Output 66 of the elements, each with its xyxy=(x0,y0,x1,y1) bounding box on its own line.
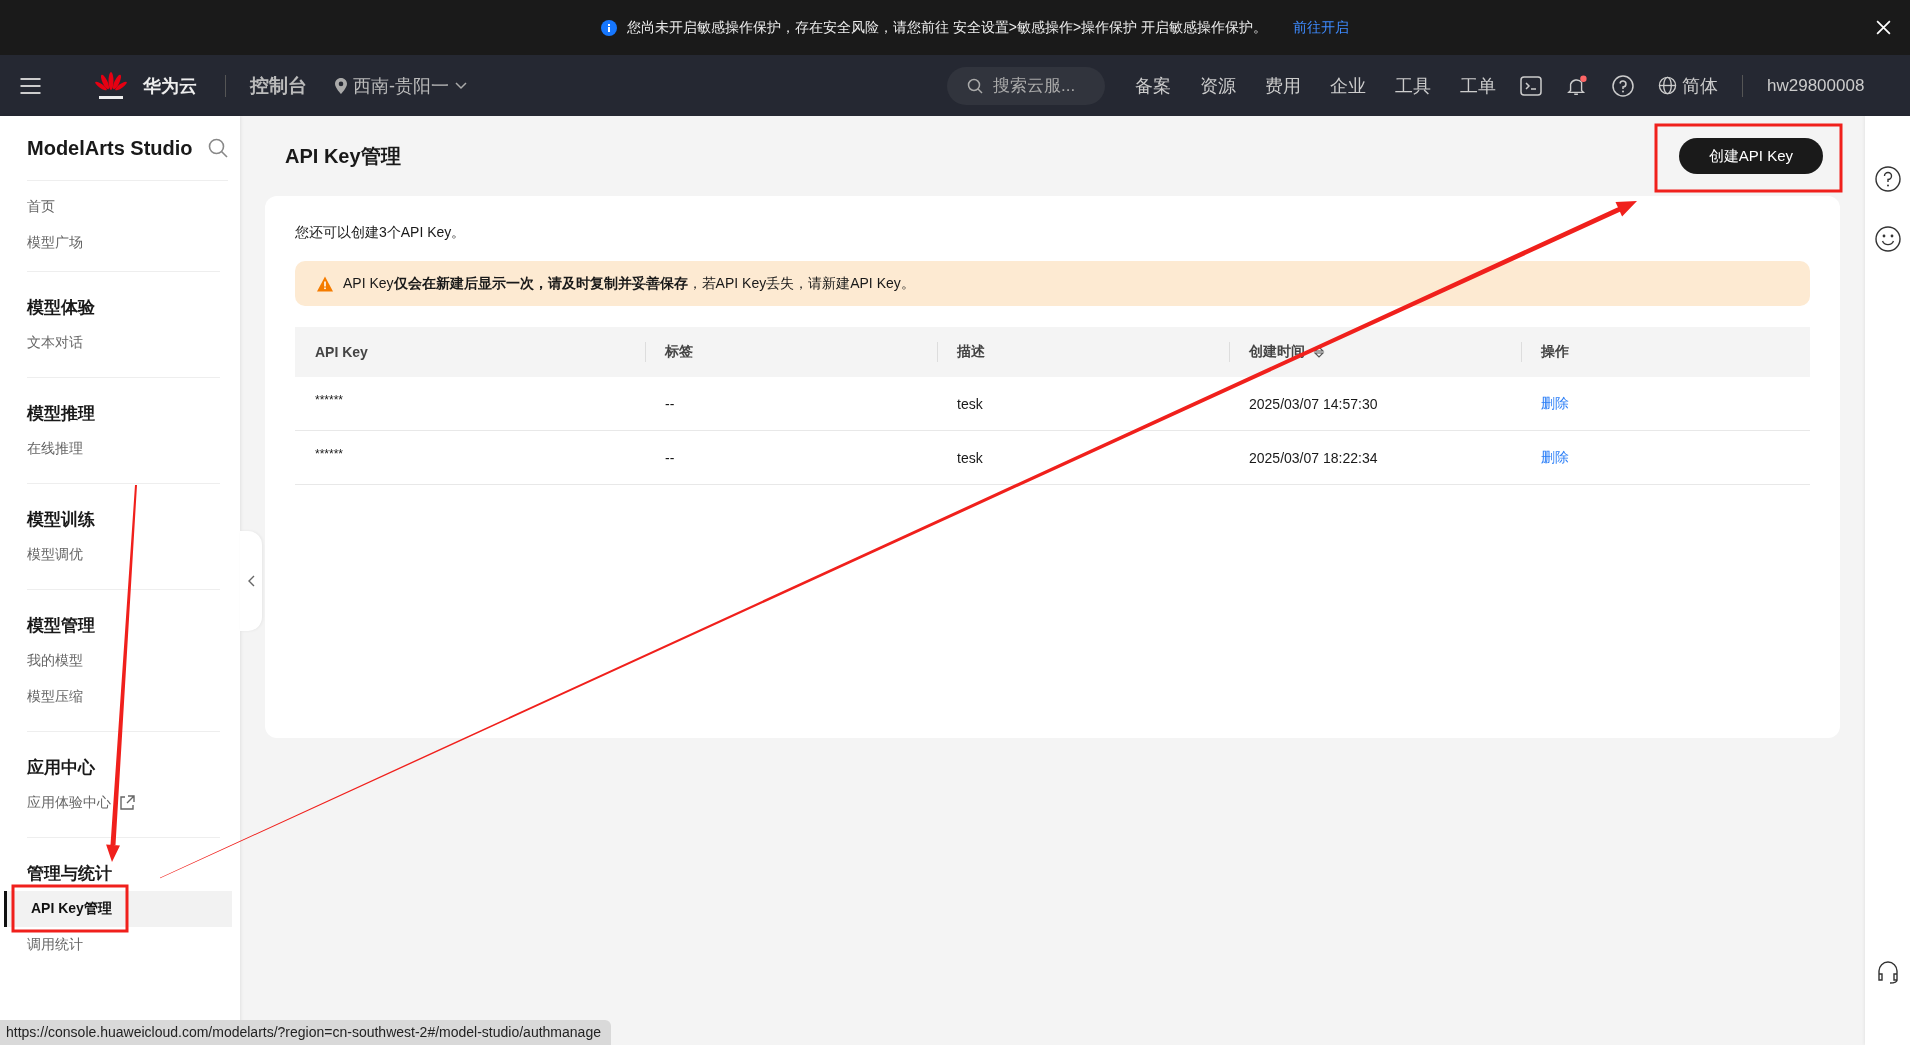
region-selector[interactable]: 西南-贵阳一 xyxy=(335,73,467,98)
table-cell: ****** xyxy=(315,393,344,407)
table-cell: tesk xyxy=(957,449,983,466)
sidebar-item[interactable]: 模型广场 xyxy=(0,225,232,261)
table-cell: -- xyxy=(665,395,675,412)
section-heading: 模型训练 xyxy=(27,509,96,531)
sidebar-item[interactable]: 模型压缩 xyxy=(0,679,232,715)
sidebar-item[interactable]: 我的模型 xyxy=(0,643,232,679)
sidebar-item[interactable]: 首页 xyxy=(0,189,232,225)
quota-text: 您还可以创建3个API Key。 xyxy=(295,224,467,242)
logo-icon[interactable] xyxy=(93,70,129,101)
brand-name[interactable]: 华为云 xyxy=(143,73,197,98)
help-icon[interactable] xyxy=(1874,166,1901,192)
status-url: https://console.huaweicloud.com/modelarts/?region=cn-southwest-2#/model-studio/authmanage xyxy=(0,1020,611,1045)
sidebar-item[interactable]: API Key管理 xyxy=(4,891,232,927)
nav-menu-item[interactable]: 资源 xyxy=(1200,73,1236,98)
create-api-key-button[interactable]: 创建API Key xyxy=(1678,138,1823,174)
sidebar-item[interactable]: 模型调优 xyxy=(0,537,232,573)
smiley-icon[interactable] xyxy=(1874,226,1901,252)
column-header: API Key xyxy=(315,344,368,360)
close-icon[interactable] xyxy=(1875,19,1892,36)
sidebar-item[interactable]: 应用体验中心 xyxy=(0,785,232,821)
sidebar-title: ModelArts Studio xyxy=(27,136,193,160)
sidebar-item[interactable]: 在线推理 xyxy=(0,431,232,467)
delete-link[interactable]: 删除 xyxy=(1541,448,1569,467)
nav-menu-item[interactable]: 工具 xyxy=(1395,73,1431,98)
section-heading: 模型推理 xyxy=(27,403,96,425)
enable-link[interactable]: 前往开启 xyxy=(1293,18,1350,37)
menu-icon[interactable] xyxy=(20,77,41,94)
search-icon[interactable] xyxy=(208,138,228,158)
sidebar-item[interactable]: 文本对话 xyxy=(0,325,232,361)
nav-menu-item[interactable]: 工单 xyxy=(1460,73,1496,98)
notice-text: 您尚未开启敏感操作保护，存在安全风险，请您前往 安全设置>敏感操作>操作保护 开启敏感操作保护。 xyxy=(626,18,1268,37)
terminal-icon[interactable] xyxy=(1520,74,1542,97)
bell-icon[interactable] xyxy=(1566,74,1588,97)
nav-menu-item[interactable]: 备案 xyxy=(1135,73,1171,98)
nav-menu-item[interactable]: 企业 xyxy=(1330,73,1366,98)
section-heading: 应用中心 xyxy=(27,757,96,779)
page-title: API Key管理 xyxy=(285,143,401,169)
table-cell: tesk xyxy=(957,395,983,412)
table-cell: ****** xyxy=(315,447,344,461)
user-name[interactable]: hw29800008 xyxy=(1767,75,1865,96)
column-header: 描述 xyxy=(957,343,985,361)
table-cell: 2025/03/07 18:22:34 xyxy=(1249,449,1378,466)
nav-menu-item[interactable]: 费用 xyxy=(1265,73,1301,98)
info-icon xyxy=(600,19,617,36)
caret-icon xyxy=(455,81,467,90)
pin-icon xyxy=(335,77,347,94)
globe-icon xyxy=(1658,76,1677,95)
console-link[interactable]: 控制台 xyxy=(250,72,307,99)
sort-icon[interactable] xyxy=(1313,345,1325,359)
search-icon xyxy=(967,77,983,94)
delete-link[interactable]: 删除 xyxy=(1541,394,1569,413)
table-cell: 2025/03/07 14:57:30 xyxy=(1249,395,1378,412)
warning-icon xyxy=(317,275,333,292)
column-header: 标签 xyxy=(665,343,693,361)
language-selector[interactable]: 简体 xyxy=(1658,73,1718,98)
sidebar-item[interactable]: 调用统计 xyxy=(0,927,232,963)
table-cell: -- xyxy=(665,449,675,466)
section-heading: 管理与统计 xyxy=(27,863,113,885)
column-header: 操作 xyxy=(1541,343,1569,361)
warning-text: API Key仅会在新建后显示一次，请及时复制并妥善保存，若API Key丢失，请新建API Key。 xyxy=(343,274,915,293)
section-heading: 模型管理 xyxy=(27,615,96,637)
collapse-handle[interactable] xyxy=(240,531,262,631)
section-heading: 模型体验 xyxy=(27,297,96,319)
search-field[interactable]: 搜索云服... xyxy=(947,66,1105,105)
